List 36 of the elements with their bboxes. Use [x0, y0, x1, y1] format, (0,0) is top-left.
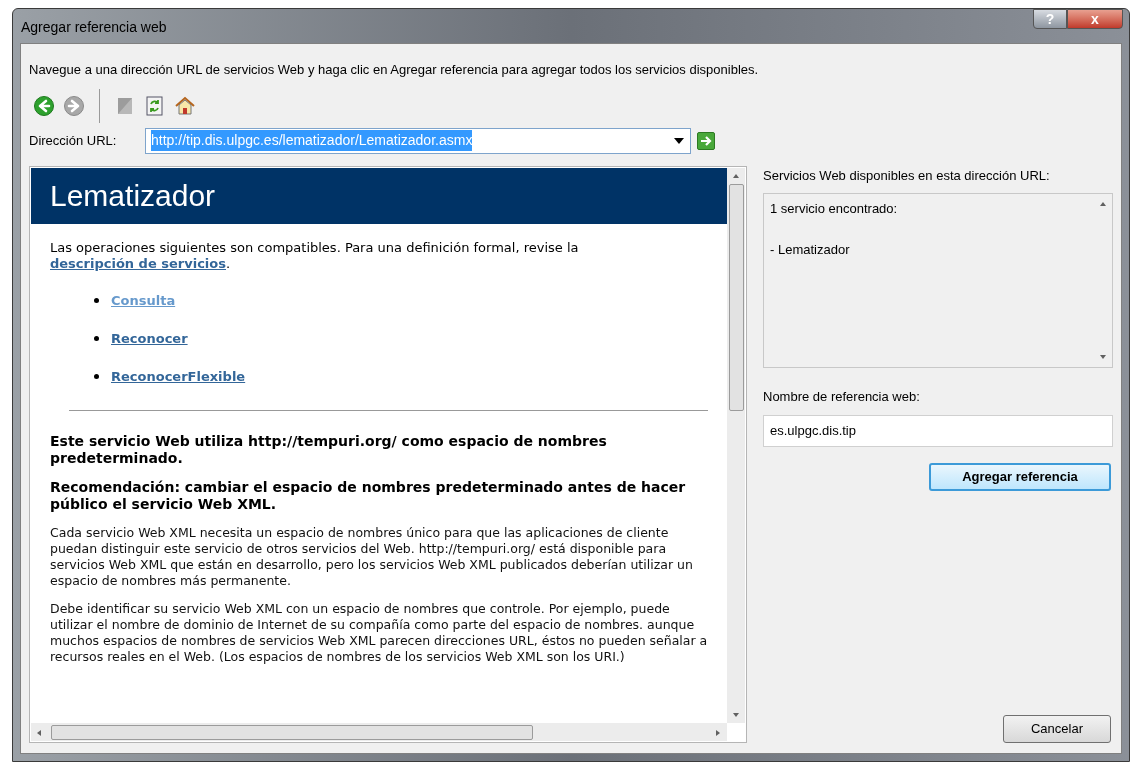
address-label: Dirección URL: — [29, 131, 118, 150]
dropdown-caret-icon[interactable] — [674, 137, 684, 144]
service-description-link[interactable]: descripción de servicios — [50, 255, 226, 271]
bullet-icon — [94, 374, 99, 379]
page-heading: Lematizador — [50, 178, 216, 214]
services-line: 1 servicio encontrado: — [770, 200, 899, 218]
go-button[interactable] — [697, 131, 715, 150]
reference-name-field[interactable]: es.ulpgc.dis.tip — [763, 414, 1113, 447]
go-arrow-icon — [700, 134, 712, 147]
add-reference-button[interactable]: Agregar referencia — [929, 462, 1111, 491]
horizontal-scrollbar[interactable] — [31, 723, 727, 741]
close-button[interactable]: x — [1067, 9, 1123, 29]
services-line: - Lematizador — [770, 240, 851, 259]
body-paragraph: Debe identificar su servicio Web XML con un espacio de nombres que controle. Por ejemplo, puede utilizar el nombre de dominio de Internet de su compañía como parte del espacio de nombres. aunque muchos espacios de nombres de servicios Web XML parecen direcciones URL, éstos no pueden señalar a recursos reales en el Web. (Los espacios de nombres de los servicios Web XML son los URI.) — [50, 600, 708, 665]
body-paragraph: Cada servicio Web XML necesita un espacio de nombres único para que las aplicaciones de cliente puedan distinguir este servicio de otros servicios del Web. http://tempuri.org/ está disponible para servicios Web XML que están en desarrollo, pero los servicios Web XML publicados deberían utilizar un espacio de nombres más permanente. — [50, 524, 694, 589]
services-label: Servicios Web disponibles en esta dirección URL: — [763, 166, 1051, 185]
home-icon[interactable] — [174, 94, 196, 117]
intro-text: Las operaciones siguientes son compatibles. Para una definición formal, revise la descripción de servicios. — [50, 239, 580, 272]
bullet-icon — [94, 336, 99, 341]
notice-text: Este servicio Web utiliza http://tempuri.org/ como espacio de nombres predeterminado. — [50, 432, 608, 467]
bullet-icon — [94, 298, 99, 303]
window-title: Agregar referencia web — [21, 18, 167, 37]
scroll-up-icon[interactable] — [1098, 200, 1108, 208]
instructions-text: Navegue a una dirección URL de servicios Web y haga clic en Agregar referencia para agregar todos los servicios disponibles. — [29, 61, 760, 79]
scrollbar-thumb[interactable] — [51, 724, 533, 740]
reference-name-label: Nombre de referencia web: — [763, 388, 921, 406]
refresh-icon[interactable] — [144, 94, 166, 117]
vertical-scrollbar[interactable] — [727, 167, 745, 723]
scroll-down-icon[interactable] — [731, 711, 741, 719]
scrollbar-thumb[interactable] — [728, 183, 744, 411]
operation-link[interactable]: Reconocer — [111, 330, 188, 347]
operation-link[interactable]: ReconocerFlexible — [111, 368, 246, 385]
cancel-button[interactable]: Cancelar — [1003, 715, 1111, 743]
recommendation-text: Recomendación: cambiar el espacio de nombres predeterminado antes de hacer público el servicio Web XML. — [50, 478, 687, 513]
address-value: http://tip.dis.ulpgc.es/lematizador/Lematizador.asmx — [151, 130, 473, 151]
scroll-down-icon[interactable] — [1098, 353, 1108, 361]
